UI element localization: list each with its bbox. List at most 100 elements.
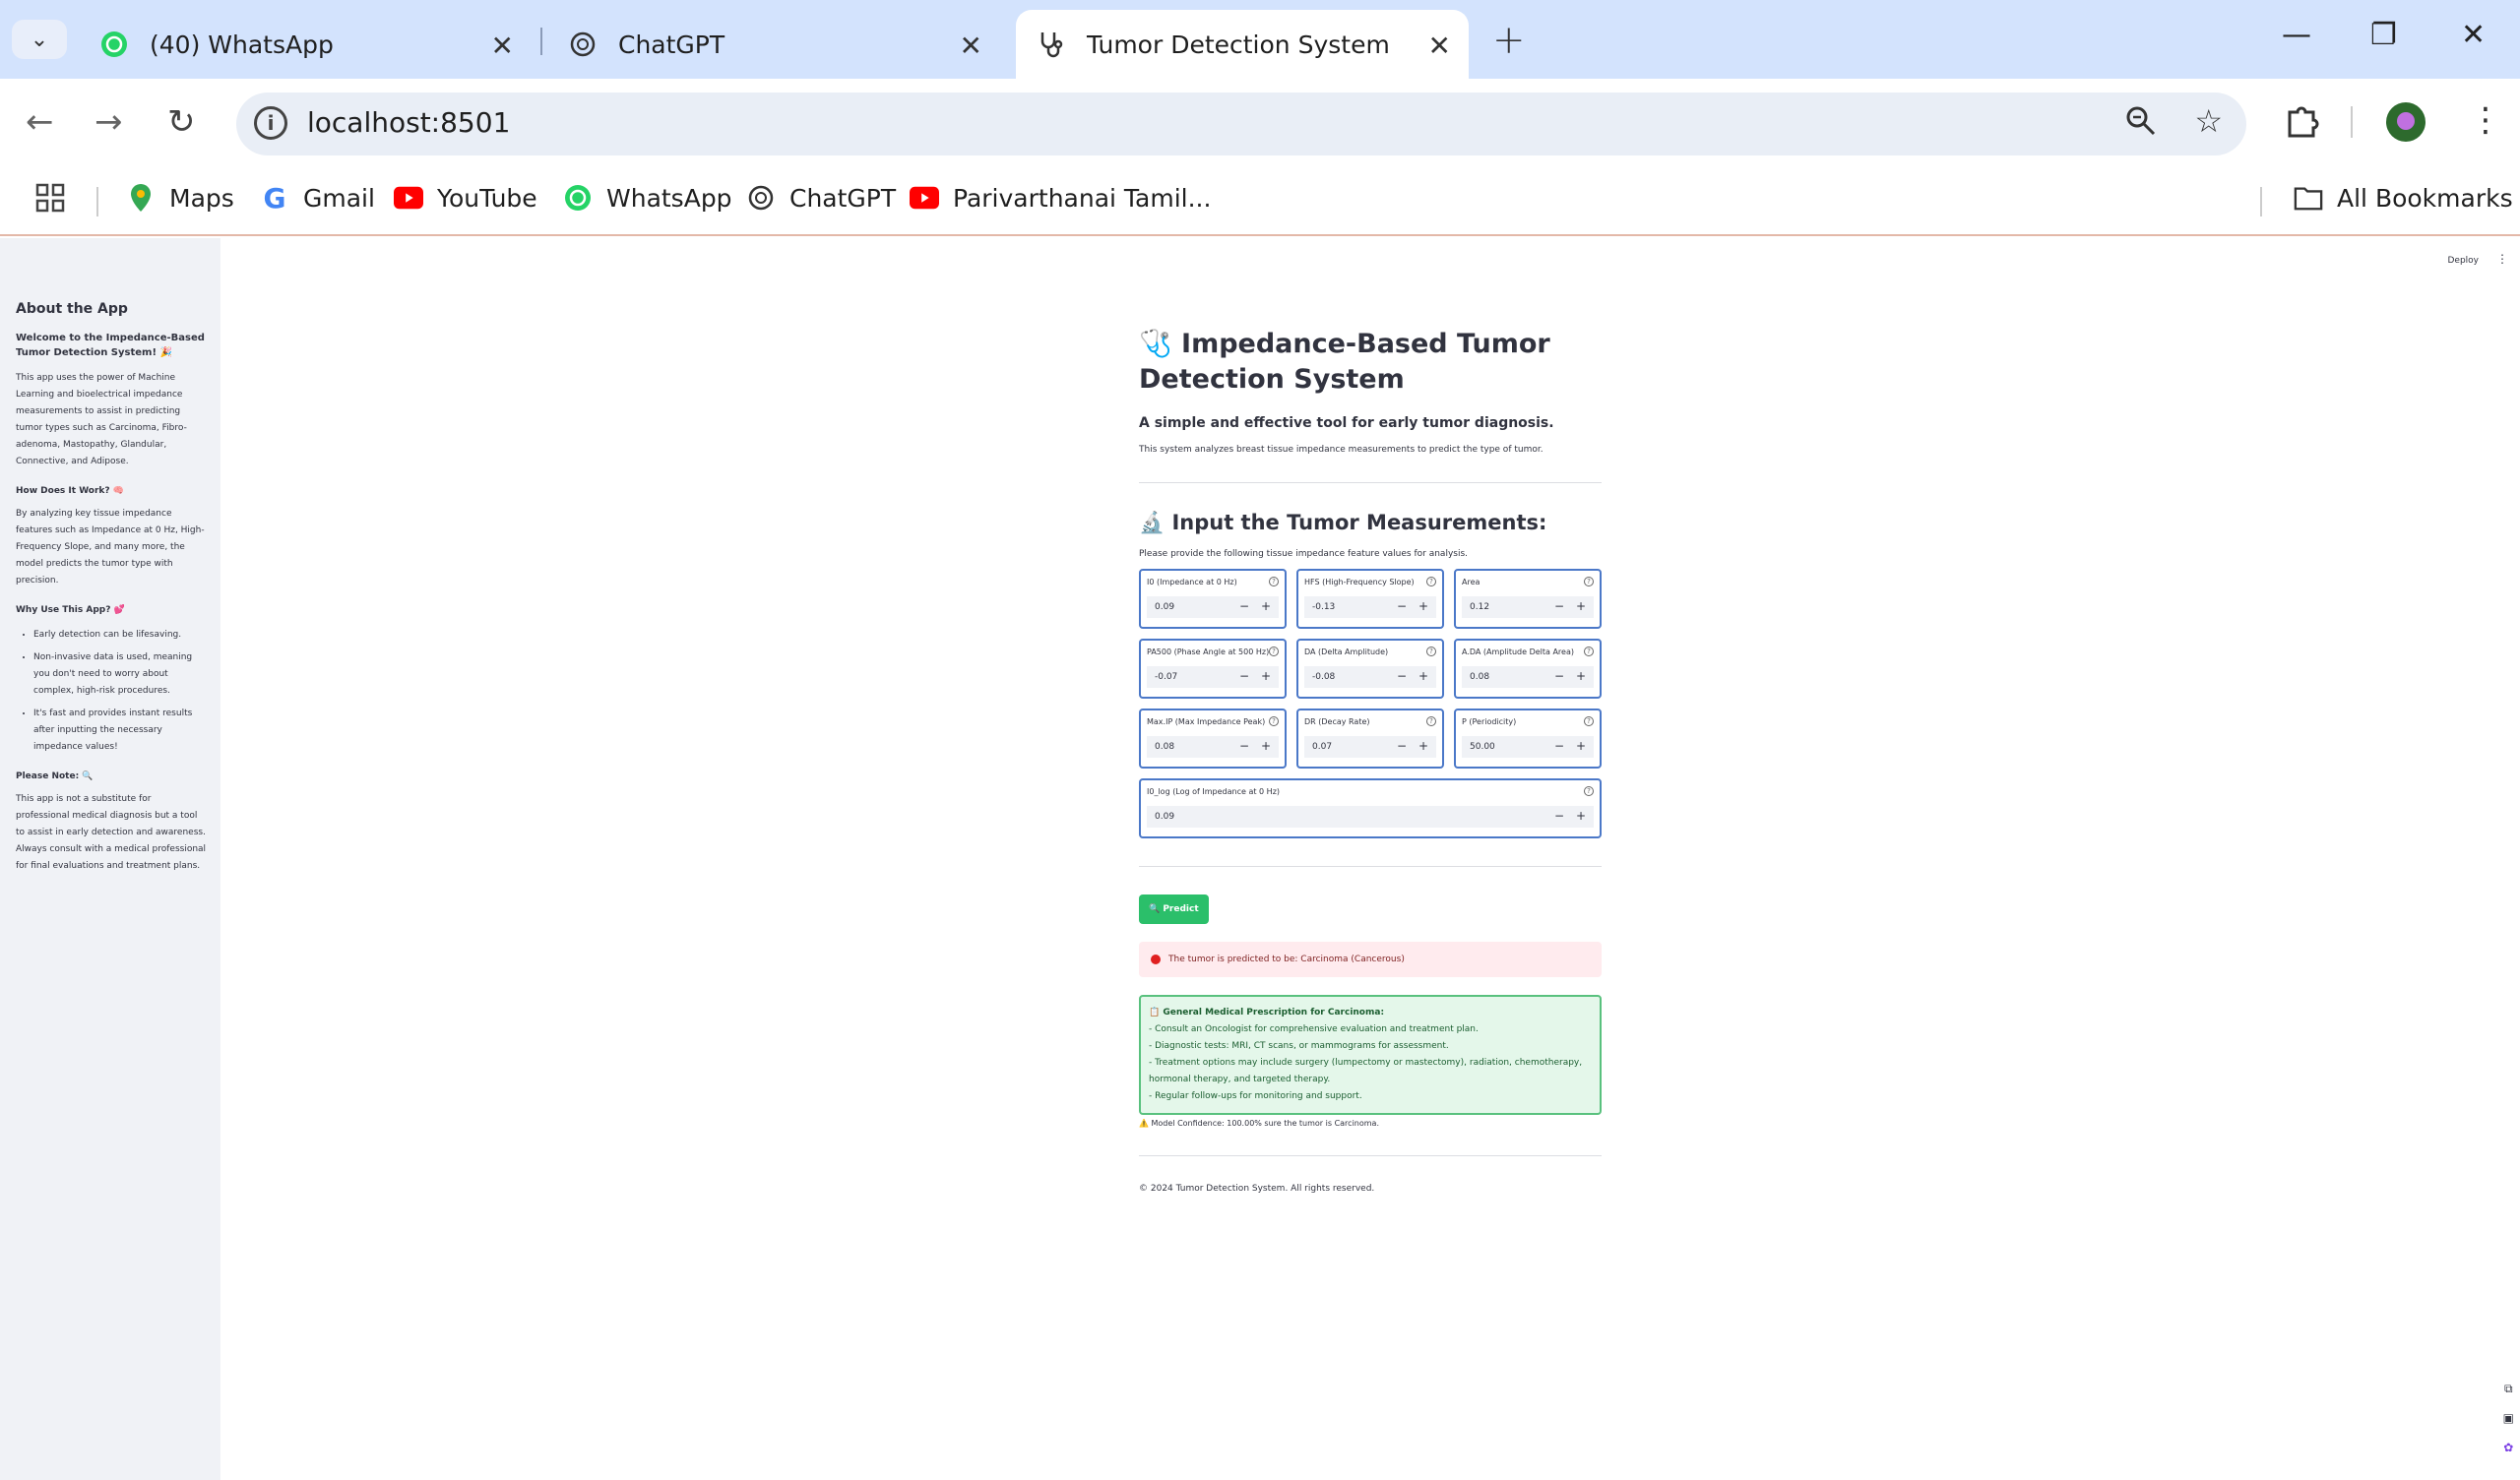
number-field[interactable]: 50.00 − +	[1462, 736, 1594, 758]
sidebar-title: About the App	[16, 301, 128, 317]
copy-icon[interactable]: ⧉	[2503, 1374, 2514, 1403]
minimize-button[interactable]: —	[2282, 18, 2311, 52]
tab-whatsapp[interactable]: (40) WhatsApp ✕	[79, 10, 532, 79]
panel-icon[interactable]: ▣	[2503, 1403, 2514, 1433]
increment-button[interactable]: +	[1576, 809, 1586, 823]
field-value[interactable]: 0.08	[1470, 672, 1489, 682]
window-close-button[interactable]: ✕	[2461, 18, 2486, 52]
tab-chatgpt[interactable]: ChatGPT ✕	[547, 10, 1000, 79]
help-icon[interactable]: ?	[1584, 577, 1594, 586]
decrement-button[interactable]: −	[1239, 669, 1249, 683]
address-bar[interactable]: i localhost:8501 ☆	[236, 92, 2246, 155]
field-value[interactable]: 50.00	[1470, 742, 1495, 752]
increment-button[interactable]: +	[1261, 599, 1271, 613]
whatsapp-icon	[563, 183, 593, 213]
apps-grid-icon[interactable]	[35, 183, 65, 213]
increment-button[interactable]: +	[1418, 739, 1428, 753]
bookmark-star-icon[interactable]: ☆	[2194, 102, 2223, 140]
increment-button[interactable]: +	[1261, 739, 1271, 753]
decrement-button[interactable]: −	[1554, 809, 1564, 823]
number-field[interactable]: 0.08 − +	[1462, 666, 1594, 688]
decrement-button[interactable]: −	[1554, 739, 1564, 753]
tab-search-button[interactable]: ⌄	[12, 20, 67, 59]
streamlit-logo-icon[interactable]: ✿	[2503, 1433, 2514, 1462]
number-input-dr: DR (Decay Rate) ? 0.07 − +	[1296, 709, 1444, 769]
help-icon[interactable]: ?	[1426, 577, 1436, 586]
number-input-i0: I0 (Impedance at 0 Hz) ? 0.09 − +	[1139, 569, 1287, 629]
number-field[interactable]: 0.12 − +	[1462, 596, 1594, 618]
list-item: It's fast and provides instant results a…	[33, 706, 207, 756]
increment-button[interactable]: +	[1418, 599, 1428, 613]
number-field[interactable]: 0.08 − +	[1147, 736, 1279, 758]
help-icon[interactable]: ?	[1426, 716, 1436, 726]
help-icon[interactable]: ?	[1269, 647, 1279, 656]
close-icon[interactable]: ✕	[491, 30, 514, 62]
prescription-line: - Diagnostic tests: MRI, CT scans, or ma…	[1149, 1041, 1449, 1051]
help-icon[interactable]: ?	[1584, 716, 1594, 726]
main-content: 🩺 Impedance-Based Tumor Detection System…	[1139, 327, 1602, 1194]
number-field[interactable]: -0.08 − +	[1304, 666, 1436, 688]
close-icon[interactable]: ✕	[960, 30, 982, 62]
increment-button[interactable]: +	[1576, 669, 1586, 683]
decrement-button[interactable]: −	[1239, 739, 1249, 753]
help-icon[interactable]: ?	[1269, 716, 1279, 726]
deploy-button[interactable]: Deploy	[2447, 256, 2479, 266]
field-value[interactable]: -0.13	[1312, 602, 1335, 612]
field-value[interactable]: 0.08	[1155, 742, 1174, 752]
number-field[interactable]: 0.09 − +	[1147, 806, 1594, 828]
url-text[interactable]: localhost:8501	[307, 106, 510, 139]
help-icon[interactable]: ?	[1584, 786, 1594, 796]
field-value[interactable]: -0.07	[1155, 672, 1177, 682]
field-value[interactable]: 0.09	[1155, 812, 1174, 822]
site-info-icon[interactable]: i	[254, 106, 287, 140]
all-bookmarks-button[interactable]: All Bookmarks	[2294, 183, 2513, 213]
help-icon[interactable]: ?	[1584, 647, 1594, 656]
browser-toolbar: ← → ↻ i localhost:8501 ☆ ⋮	[0, 79, 2520, 169]
bookmark-parivarthanai[interactable]: Parivarthanai Tamil...	[910, 183, 1211, 213]
bookmark-gmail[interactable]: G Gmail	[260, 182, 375, 215]
bookmark-whatsapp[interactable]: WhatsApp	[563, 183, 732, 213]
decrement-button[interactable]: −	[1397, 599, 1407, 613]
restore-button[interactable]: ❐	[2370, 18, 2397, 52]
back-button[interactable]: ←	[26, 102, 54, 142]
new-tab-button[interactable]: +	[1492, 18, 1526, 63]
bookmark-youtube[interactable]: YouTube	[394, 183, 537, 213]
predict-button[interactable]: 🔍 Predict	[1139, 894, 1209, 924]
decrement-button[interactable]: −	[1239, 599, 1249, 613]
field-value[interactable]: 0.09	[1155, 602, 1174, 612]
forward-button[interactable]: →	[94, 102, 123, 142]
help-icon[interactable]: ?	[1269, 577, 1279, 586]
extensions-icon[interactable]	[2284, 102, 2319, 142]
increment-button[interactable]: +	[1418, 669, 1428, 683]
field-value[interactable]: -0.08	[1312, 672, 1335, 682]
number-input-area: Area ? 0.12 − +	[1454, 569, 1602, 629]
field-value[interactable]: 0.12	[1470, 602, 1489, 612]
close-icon[interactable]: ✕	[1428, 30, 1451, 62]
decrement-button[interactable]: −	[1554, 669, 1564, 683]
browser-menu-icon[interactable]: ⋮	[2469, 100, 2502, 140]
app-menu-icon[interactable]: ⋮	[2496, 252, 2508, 266]
number-field[interactable]: 0.09 − +	[1147, 596, 1279, 618]
decrement-button[interactable]: −	[1397, 739, 1407, 753]
bookmark-chatgpt[interactable]: ChatGPT	[746, 183, 896, 213]
page-tagline: A simple and effective tool for early tu…	[1139, 415, 1554, 431]
chevron-down-icon: ⌄	[30, 27, 49, 52]
number-field[interactable]: -0.07 − +	[1147, 666, 1279, 688]
profile-avatar[interactable]	[2386, 102, 2426, 142]
tab-tumor-detection[interactable]: Tumor Detection System ✕	[1016, 10, 1469, 79]
increment-button[interactable]: +	[1261, 669, 1271, 683]
number-field[interactable]: 0.07 − +	[1304, 736, 1436, 758]
decrement-button[interactable]: −	[1397, 669, 1407, 683]
number-field[interactable]: -0.13 − +	[1304, 596, 1436, 618]
field-value[interactable]: 0.07	[1312, 742, 1332, 752]
zoom-icon[interactable]	[2124, 104, 2158, 142]
increment-button[interactable]: +	[1576, 739, 1586, 753]
decrement-button[interactable]: −	[1554, 599, 1564, 613]
app-main: Deploy ⋮ 🩺 Impedance-Based Tumor Detecti…	[220, 238, 2520, 1480]
increment-button[interactable]: +	[1576, 599, 1586, 613]
reload-button[interactable]: ↻	[167, 102, 196, 142]
list-item: Non-invasive data is used, meaning you d…	[33, 649, 207, 700]
bookmark-maps[interactable]: Maps	[126, 183, 234, 213]
help-icon[interactable]: ?	[1426, 647, 1436, 656]
prediction-result-alert: The tumor is predicted to be: Carcinoma …	[1139, 942, 1602, 977]
